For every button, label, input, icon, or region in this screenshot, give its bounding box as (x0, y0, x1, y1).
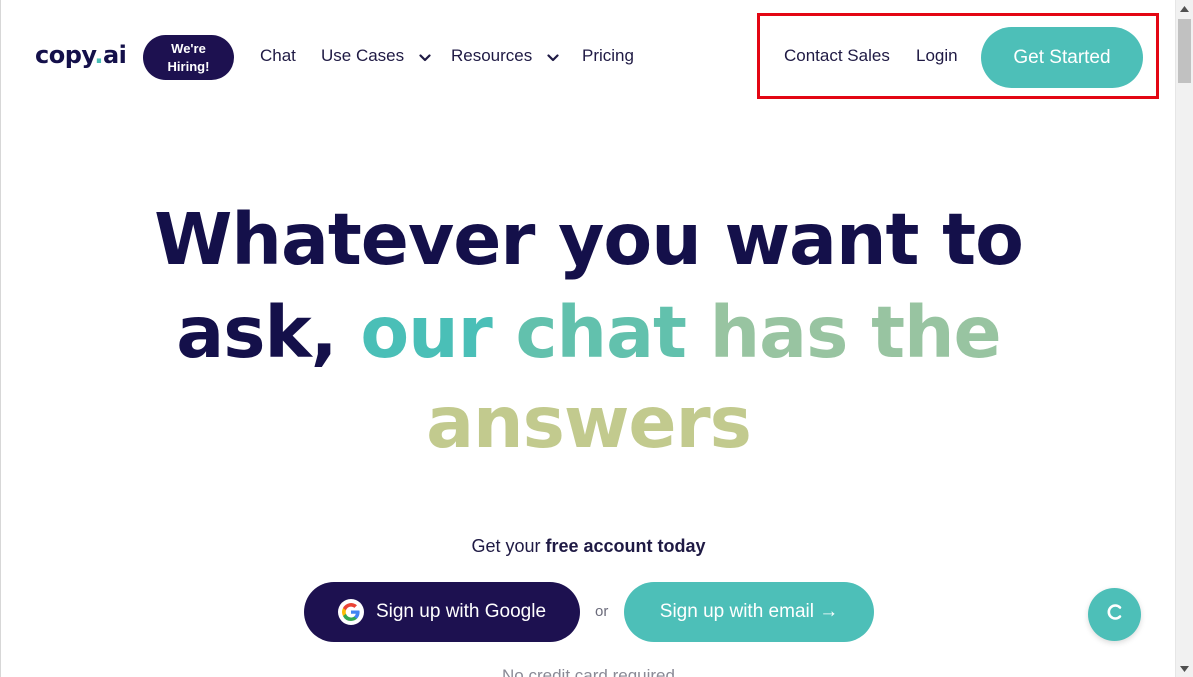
hero-word-has-the: has the (709, 291, 1002, 374)
login-link[interactable]: Login (916, 46, 958, 66)
sign-up-email-button[interactable]: Sign up with email → (624, 582, 874, 642)
hiring-badge-line1: We're (171, 40, 206, 56)
scroll-up-arrow-icon[interactable] (1176, 0, 1193, 17)
nav-resources[interactable]: Resources (451, 46, 559, 67)
logo-dot: . (94, 41, 103, 69)
sign-up-google-label: Sign up with Google (375, 601, 547, 622)
contact-sales-link[interactable]: Contact Sales (784, 46, 890, 66)
hero-word-chat: chat (515, 291, 686, 374)
or-separator: or (595, 603, 609, 620)
hero-word-our: our (360, 291, 492, 374)
signup-prompt: Get your free account today (1, 536, 1175, 557)
nav-pricing[interactable]: Pricing (582, 46, 634, 66)
scrollbar-thumb[interactable] (1178, 19, 1191, 83)
nav-resources-label: Resources (451, 46, 533, 65)
nav-use-cases[interactable]: Use Cases (321, 46, 431, 67)
sign-up-google-button[interactable]: Sign up with Google (304, 582, 580, 642)
no-credit-card-note: No credit card required (502, 666, 675, 677)
signup-prompt-prefix: Get your (471, 536, 541, 556)
get-started-button[interactable]: Get Started (981, 27, 1143, 88)
top-navigation: copy.ai We're Hiring! Chat Use Cases Res… (1, 0, 1175, 115)
hiring-badge-line2: Hiring! (167, 58, 210, 74)
logo-text-main: copy (35, 41, 95, 69)
nav-use-cases-label: Use Cases (321, 46, 405, 65)
chat-bubble-icon (1105, 602, 1125, 627)
vertical-scrollbar[interactable] (1175, 0, 1193, 677)
hero-heading-line1: Whatever you want to (154, 198, 1024, 281)
copyai-logo[interactable]: copy.ai (35, 41, 127, 69)
nav-chat[interactable]: Chat (260, 46, 296, 66)
hiring-badge[interactable]: We're Hiring! (143, 35, 234, 80)
page: copy.ai We're Hiring! Chat Use Cases Res… (0, 0, 1175, 677)
signup-prompt-bold: free account today (545, 536, 706, 556)
scroll-down-arrow-icon[interactable] (1176, 660, 1193, 677)
chevron-down-icon (547, 47, 559, 67)
hero-word-ask: ask, (176, 291, 337, 374)
hero-heading-line3: answers (426, 381, 752, 464)
google-g-icon (337, 599, 364, 625)
chevron-down-icon (419, 47, 431, 67)
chat-widget-button[interactable] (1088, 588, 1141, 641)
hero-heading-line2: ask, our chat has the (1, 288, 1175, 378)
logo-text-suffix: ai (102, 41, 127, 69)
